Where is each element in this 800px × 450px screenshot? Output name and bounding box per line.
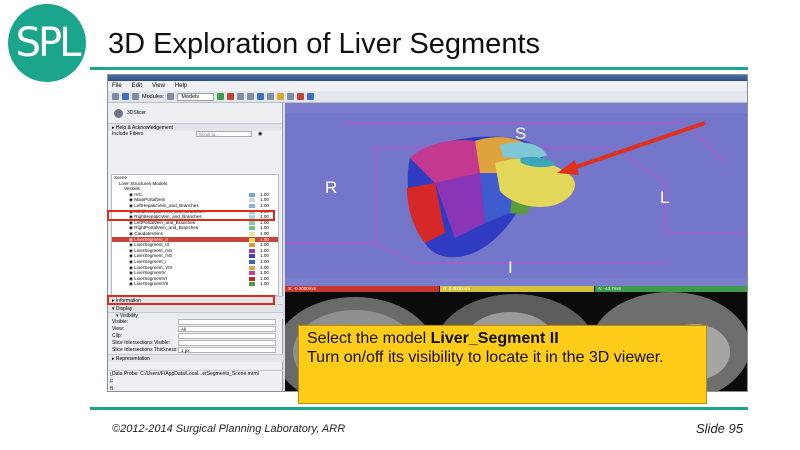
model-color-swatch[interactable] (249, 254, 255, 259)
search-icon[interactable] (167, 93, 175, 100)
main-toolbar: Modules: Models (108, 91, 747, 103)
conventional-layout-icon[interactable] (257, 93, 265, 100)
model-color-swatch[interactable] (249, 231, 255, 236)
data-probe-letters: L F B (110, 372, 114, 392)
model-color-swatch[interactable] (249, 271, 255, 276)
display-fields: Visible: View: All Clip: Slice Intersections… (108, 319, 283, 354)
model-color-swatch[interactable] (249, 220, 255, 225)
menu-view[interactable]: View (152, 83, 165, 89)
screenshot-icon[interactable] (132, 93, 139, 100)
orientation-label-r: R (325, 178, 337, 197)
model-color-swatch[interactable] (249, 259, 255, 264)
model-color-swatch[interactable] (249, 265, 255, 270)
display-field-value[interactable] (178, 333, 276, 339)
instruction-callout: Select the model Liver_Segment II Turn o… (298, 325, 707, 404)
display-field-value[interactable]: All (178, 326, 276, 332)
model-color-swatch[interactable] (249, 276, 255, 281)
crosshair-icon[interactable] (277, 93, 285, 100)
model-hierarchy-tree[interactable]: Scene Liver Structures Models Vessels ◉ IVC… (111, 174, 279, 296)
callout-line-2: Turn on/off its visibility to locate it … (307, 349, 664, 366)
save-icon[interactable] (122, 93, 129, 100)
display-field-value[interactable] (178, 340, 276, 346)
scroll-to-input[interactable]: Scroll to... (196, 131, 252, 137)
display-field: View: All (108, 326, 283, 333)
display-field-value[interactable] (178, 319, 276, 325)
orientation-label-l: L (660, 188, 669, 207)
model-color-swatch[interactable] (249, 237, 255, 242)
section-help[interactable]: Help & Acknowledgement (108, 123, 282, 131)
display-field: Clip: (108, 333, 283, 340)
section-representation[interactable]: Representation (108, 354, 283, 362)
3d-viewer[interactable]: S R L I (285, 103, 747, 286)
data-probe: Data Probe: C:/Users/F/AppData/Local...e… (108, 370, 283, 377)
display-field-value[interactable]: 1 px (178, 347, 276, 353)
visibility-eye-icon[interactable]: ◉ (258, 131, 262, 138)
model-color-swatch[interactable] (249, 198, 255, 203)
panel-logo: 3DSlicer (108, 103, 282, 123)
menu-file[interactable]: File (112, 83, 122, 89)
menu-edit[interactable]: Edit (132, 83, 142, 89)
include-fibers-row: Include Fibers Scroll to... ◉ (112, 131, 263, 138)
python-icon[interactable] (307, 93, 315, 100)
title-rule (90, 67, 748, 70)
back-arrow-icon[interactable] (217, 93, 225, 100)
menu-help[interactable]: Help (175, 83, 187, 89)
mouse-mode-icon[interactable] (287, 93, 295, 100)
menu-bar: File Edit View Help (108, 81, 747, 91)
load-data-icon[interactable] (112, 93, 119, 100)
slide-title: 3D Exploration of Liver Segments (108, 28, 540, 60)
display-field: Slice Intersections Visible: (108, 340, 283, 347)
display-field: Visible: (108, 319, 283, 326)
footer-rule (90, 407, 748, 410)
spl-logo: SPL (8, 4, 86, 82)
orientation-label-s: S (515, 124, 526, 143)
model-color-swatch[interactable] (249, 282, 255, 287)
module-panel: 3DSlicer Help & Acknowledgement Include … (108, 103, 283, 391)
slide-number: Slide 95 (696, 421, 743, 436)
model-color-swatch[interactable] (249, 243, 255, 248)
layout-3d-icon[interactable] (247, 93, 255, 100)
model-name: Liver_Segment II (430, 330, 559, 347)
orientation-label-i: I (508, 258, 513, 277)
forward-arrow-icon[interactable] (227, 93, 235, 100)
highlight-selected-model (107, 210, 275, 221)
model-color-swatch[interactable] (249, 203, 255, 208)
module-selector[interactable]: Models (177, 92, 215, 101)
fiducial-icon[interactable] (297, 93, 305, 100)
highlight-visible-checkbox (107, 295, 275, 305)
layout-icon[interactable] (237, 93, 245, 100)
display-field: Slice Intersections Thickness: 1 px (108, 347, 283, 354)
modules-label: Modules: (142, 93, 165, 100)
model-color-swatch[interactable] (249, 226, 255, 231)
section-visibility[interactable]: Visibility (108, 312, 283, 319)
model-color-swatch[interactable] (249, 248, 255, 253)
model-color-swatch[interactable] (249, 192, 255, 197)
grid-layout-icon[interactable] (267, 93, 275, 100)
section-display[interactable]: Display (108, 304, 283, 312)
footer-copyright: ©2012-2014 Surgical Planning Laboratory,… (112, 423, 346, 435)
slicer-logo-icon (114, 108, 123, 118)
3d-scene: S R L I (285, 103, 747, 286)
model-opacity: 1.00 (260, 281, 269, 287)
tree-item[interactable]: ◉ LiverSegmentVII 1.00 (112, 281, 278, 287)
